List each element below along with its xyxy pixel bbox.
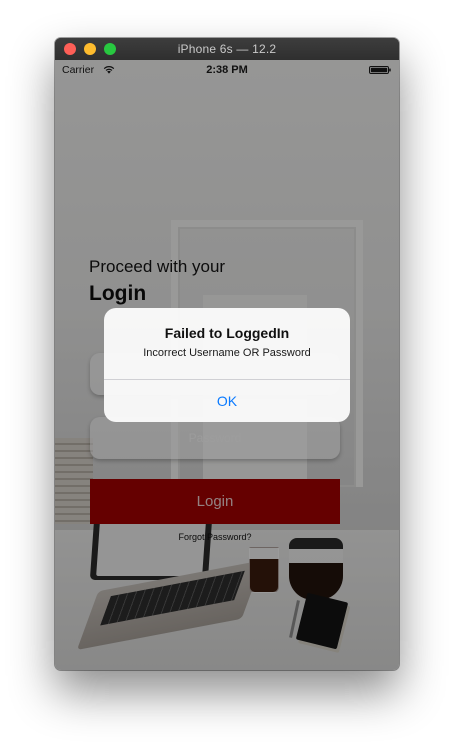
status-bar: Carrier 2:38 PM [55,60,399,80]
window-titlebar[interactable]: iPhone 6s — 12.2 [55,38,399,61]
alert-ok-button[interactable]: OK [104,380,350,422]
simulator-window: iPhone 6s — 12.2 Proceed with your Login… [55,38,399,670]
alert-title: Failed to LoggedIn [164,325,290,341]
window-title: iPhone 6s — 12.2 [177,42,277,56]
device-screen: Proceed with your Login Password Login F… [55,60,399,670]
battery-icon [369,66,391,74]
status-time: 2:38 PM [206,64,248,76]
alert-dialog: Failed to LoggedIn Incorrect Username OR… [104,308,350,422]
alert-message: Incorrect Username OR Password [143,347,311,359]
